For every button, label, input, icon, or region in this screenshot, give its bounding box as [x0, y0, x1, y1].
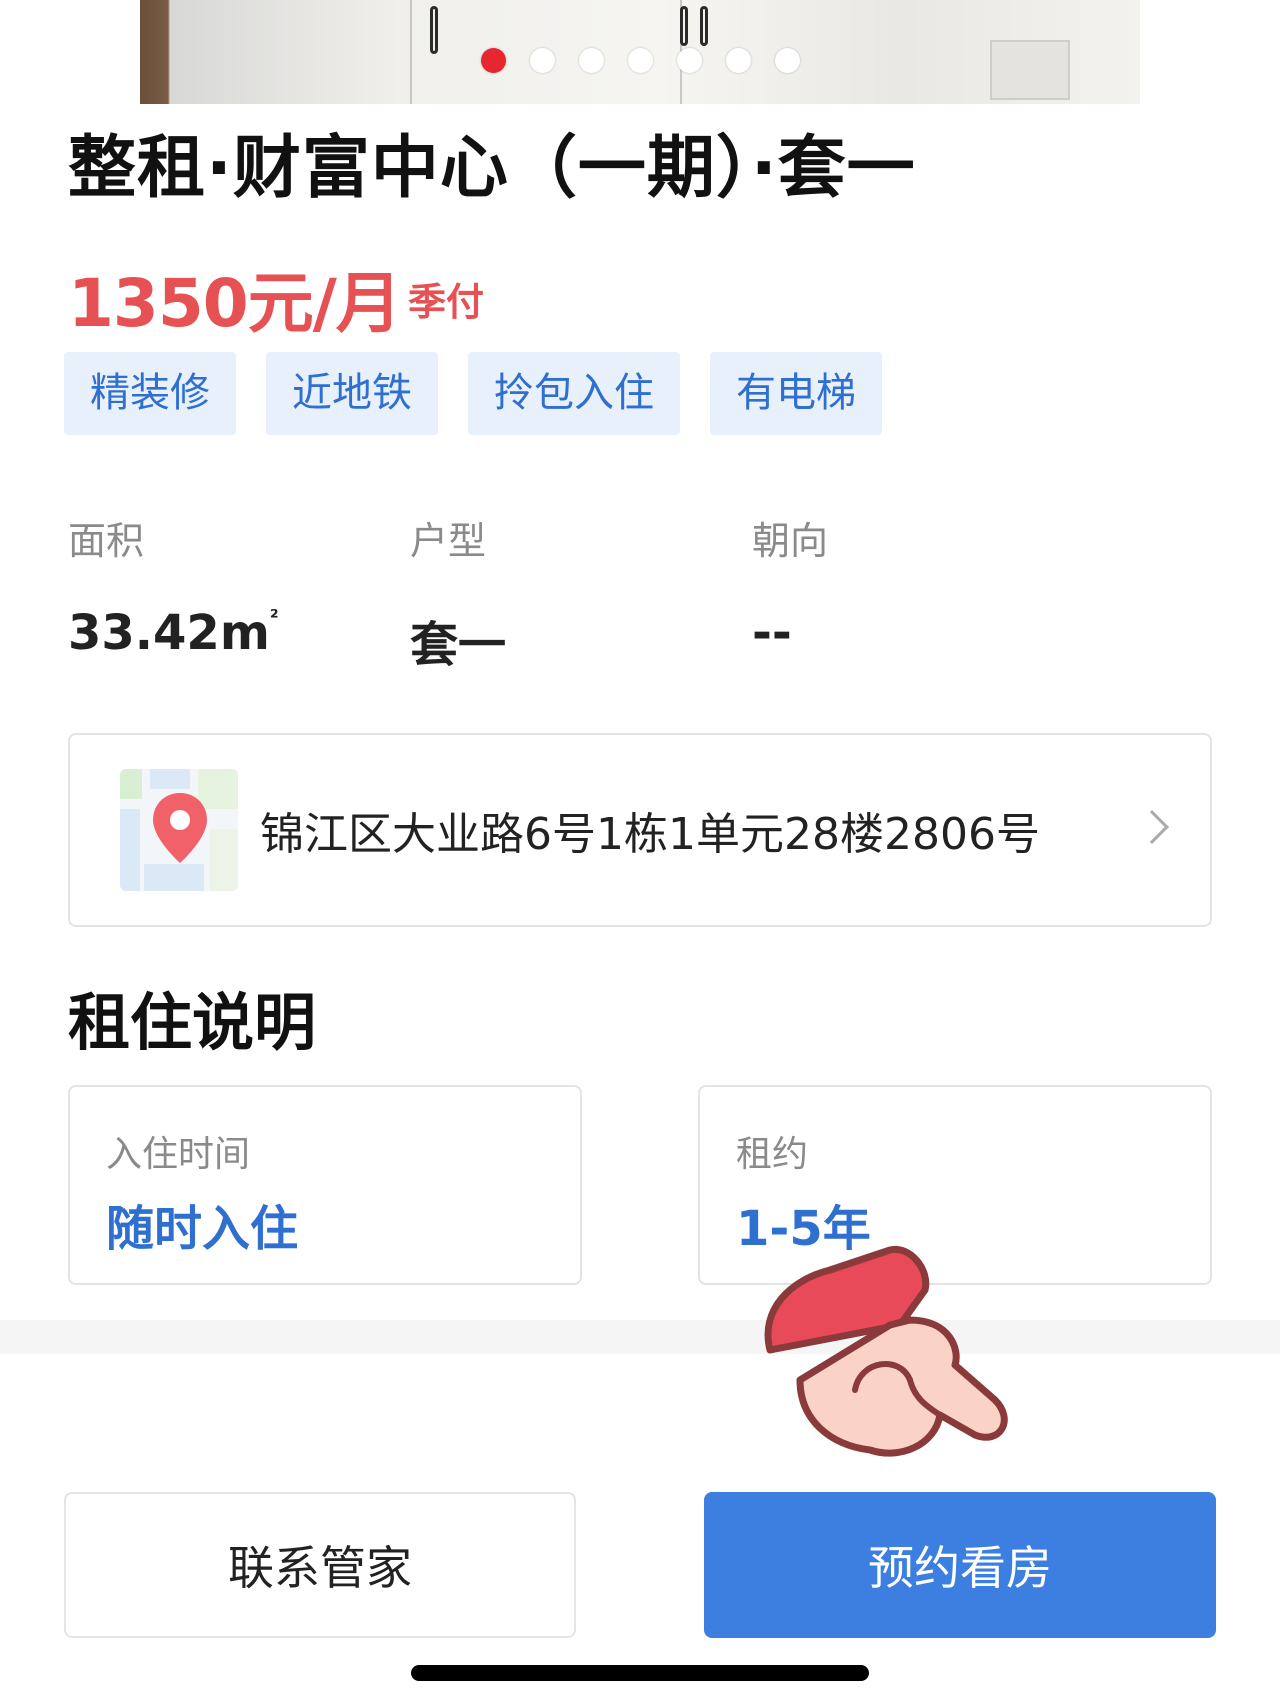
- feature-tag: 有电梯: [710, 352, 882, 435]
- map-detail: [120, 769, 142, 799]
- map-detail: [144, 864, 204, 891]
- photo-detail: [430, 6, 438, 54]
- attr-value: 33.42m²: [68, 605, 279, 661]
- move-in-card: 入住时间 随时入住: [68, 1085, 582, 1285]
- photo-detail: [680, 6, 688, 46]
- pointing-hand-icon: [764, 1245, 1008, 1457]
- feature-tags: 精装修 近地铁 拎包入住 有电梯: [64, 352, 882, 435]
- attr-value: 套一: [410, 617, 507, 673]
- attr-label: 朝向: [752, 519, 829, 563]
- carousel-dot[interactable]: [627, 48, 653, 73]
- contact-agent-button[interactable]: 联系管家: [64, 1492, 576, 1638]
- info-value: 随时入住: [106, 1201, 299, 1257]
- payment-method: 季付: [408, 280, 485, 324]
- attr-layout: 户型 套一: [410, 510, 506, 675]
- photo-carousel[interactable]: [140, 0, 1140, 104]
- map-detail: [210, 829, 238, 891]
- carousel-dot[interactable]: [774, 48, 800, 73]
- area-value: 33.42m: [68, 605, 270, 661]
- info-label: 租约: [736, 1134, 809, 1175]
- map-pin-icon: [153, 793, 207, 863]
- map-thumbnail: [120, 769, 238, 891]
- carousel-dot[interactable]: [529, 48, 555, 73]
- carousel-dot[interactable]: [725, 48, 751, 73]
- carousel-dot[interactable]: [676, 48, 702, 73]
- carousel-dot[interactable]: [578, 48, 604, 73]
- attr-value: --: [752, 605, 792, 661]
- feature-tag: 精装修: [64, 352, 236, 435]
- attr-area: 面积 33.42m²: [68, 510, 279, 661]
- map-detail: [150, 769, 190, 789]
- feature-tag: 拎包入住: [468, 352, 680, 435]
- chevron-right-icon: [1135, 810, 1169, 844]
- photo-detail: [700, 6, 708, 46]
- info-label: 入住时间: [106, 1134, 251, 1175]
- home-indicator[interactable]: [411, 1665, 869, 1681]
- feature-tag: 近地铁: [266, 352, 438, 435]
- map-detail: [120, 809, 140, 891]
- attr-label: 户型: [410, 519, 487, 563]
- section-title: 租住说明: [68, 986, 317, 1059]
- listing-title: 整租·财富中心（一期）·套一: [68, 129, 916, 208]
- address-text: 锦江区大业路6号1栋1单元28楼2806号: [260, 809, 1040, 860]
- area-unit: ²: [269, 605, 279, 629]
- attr-label: 面积: [68, 519, 145, 563]
- listing-attributes: 面积 33.42m² 户型 套一 朝向 --: [68, 510, 1168, 673]
- address-card[interactable]: 锦江区大业路6号1栋1单元28楼2806号: [68, 733, 1212, 927]
- carousel-dot-active[interactable]: [480, 48, 506, 73]
- carousel-indicator: [140, 48, 1140, 73]
- listing-price: 1350元/月: [68, 265, 402, 342]
- book-viewing-button[interactable]: 预约看房: [704, 1492, 1216, 1638]
- section-divider: [0, 1320, 1280, 1354]
- attr-orientation: 朝向 --: [752, 510, 828, 661]
